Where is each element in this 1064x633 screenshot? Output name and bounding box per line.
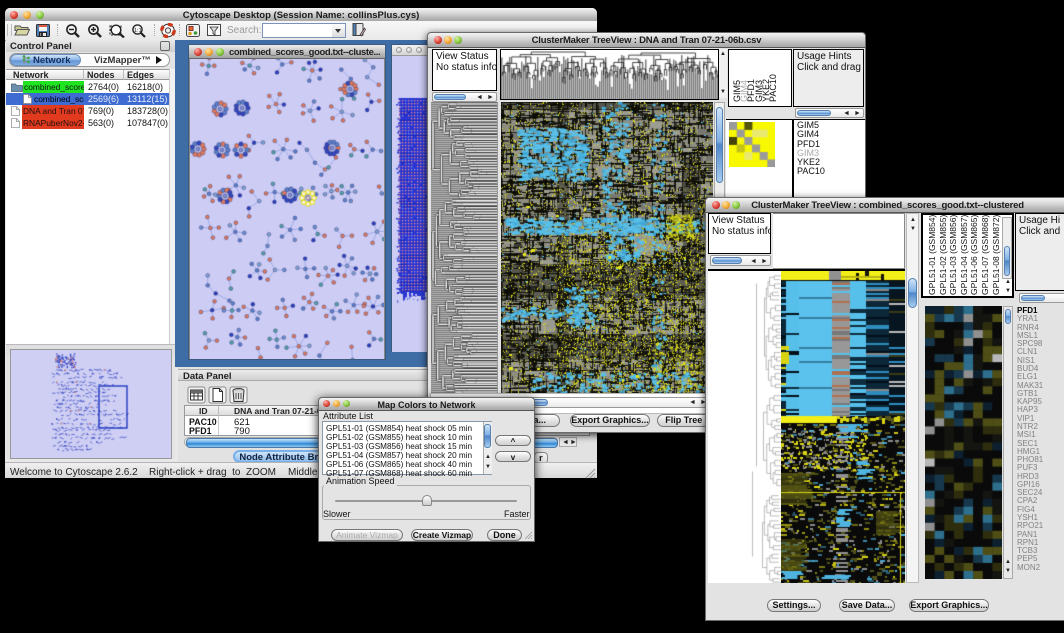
svg-text:1:1: 1:1 [134,28,142,34]
